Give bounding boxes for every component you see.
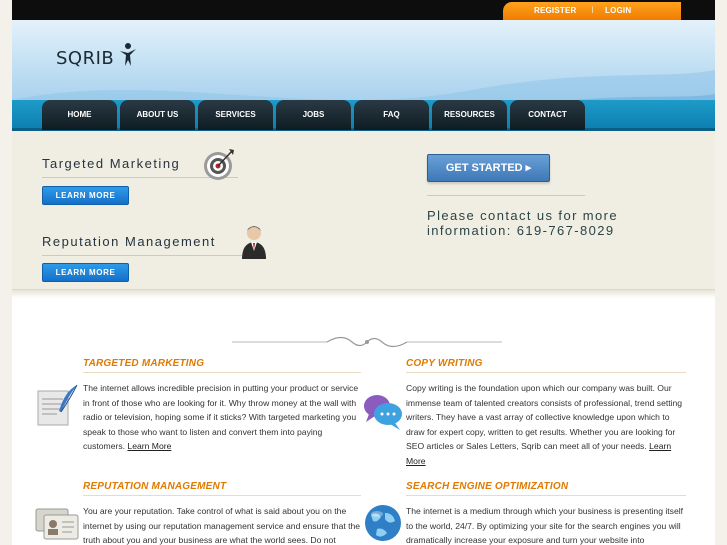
businessman-icon <box>242 226 266 259</box>
nav-resources[interactable]: RESOURCES <box>432 100 507 130</box>
section-rule <box>83 495 361 496</box>
section-rule <box>406 372 686 373</box>
login-link[interactable]: LOGIN <box>605 6 631 15</box>
reputation-management-heading: REPUTATION MANAGEMENT <box>83 481 227 492</box>
targeted-marketing-heading: TARGETED MARKETING <box>83 358 205 369</box>
quill-document-icon <box>37 384 78 426</box>
ornament-divider <box>232 336 502 348</box>
seo-heading: SEARCH ENGINE OPTIMIZATION <box>406 481 569 492</box>
feature-divider <box>427 195 585 196</box>
reputation-management-text: You are your reputation. Take control of… <box>83 506 361 545</box>
feature-reputation-title: Reputation Management <box>42 234 216 249</box>
speech-bubbles-icon <box>364 395 402 430</box>
feature-shadow <box>12 290 715 298</box>
contact-info: Please contact us for more information: … <box>427 208 667 238</box>
contact-line-2: information: 619-767-8029 <box>427 223 615 238</box>
marketing-learn-more-button[interactable]: LEARN MORE <box>42 186 129 205</box>
nav-faq[interactable]: FAQ <box>354 100 429 130</box>
nav-jobs[interactable]: JOBS <box>276 100 351 130</box>
targeted-learn-more-link[interactable]: Learn More <box>127 441 171 451</box>
site-logo[interactable]: SQRIB <box>56 48 114 69</box>
targeted-marketing-text: The internet allows incredible precision… <box>83 383 359 452</box>
nav-home[interactable]: HOME <box>42 100 117 130</box>
target-icon <box>204 149 234 180</box>
topbar-separator <box>592 6 593 13</box>
feature-marketing-title: Targeted Marketing <box>42 156 181 171</box>
nav-contact[interactable]: CONTACT <box>510 100 585 130</box>
feature-divider <box>42 255 242 256</box>
nav-about-us[interactable]: ABOUT US <box>120 100 195 130</box>
seo-text: The internet is a medium through which y… <box>406 506 684 545</box>
get-started-button[interactable]: GET STARTED ▸ <box>427 154 550 182</box>
section-rule <box>406 495 686 496</box>
register-link[interactable]: REGISTER <box>534 6 577 15</box>
copy-writing-text: Copy writing is the foundation upon whic… <box>406 383 683 466</box>
section-rule <box>83 372 361 373</box>
contact-line-1: Please contact us for more <box>427 208 619 223</box>
person-figure-icon <box>120 43 136 66</box>
id-cards-icon <box>35 508 79 540</box>
reputation-learn-more-button[interactable]: LEARN MORE <box>42 263 129 282</box>
account-links: REGISTER LOGIN <box>503 2 681 20</box>
globe-icon <box>365 505 401 541</box>
nav-services[interactable]: SERVICES <box>198 100 273 130</box>
site-header: SQRIB <box>12 20 715 102</box>
copy-writing-heading: COPY WRITING <box>406 358 483 369</box>
